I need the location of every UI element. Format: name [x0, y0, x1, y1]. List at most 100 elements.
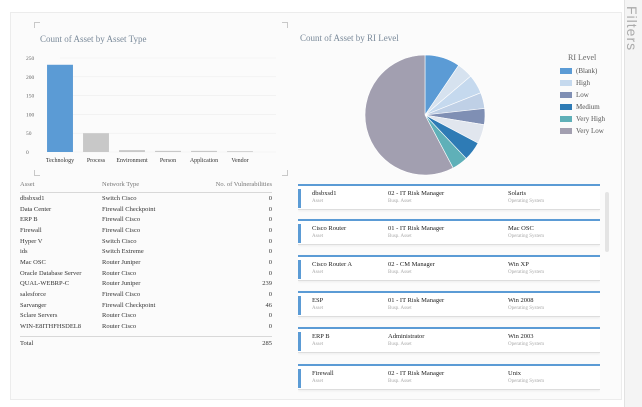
pie-chart[interactable]: [360, 50, 490, 180]
bar[interactable]: [119, 150, 145, 152]
legend-swatch: [560, 68, 572, 74]
card-manager-value: 02 - IT Risk Manager: [388, 190, 445, 197]
card-asset-label: Asset: [312, 306, 324, 311]
pie-chart-title: Count of Asset by RI Level: [300, 33, 399, 43]
asset-card[interactable]: ESP Asset 01 - IT Risk Manager Busp. Asset W…: [298, 291, 600, 317]
card-asset-label: Asset: [312, 379, 324, 384]
cell-network-type: Router Cisco: [102, 323, 137, 331]
card-os-label: Operating System: [508, 306, 544, 311]
legend-label: Medium: [576, 103, 600, 111]
x-tick-label: Person: [160, 158, 176, 164]
card-os-field: Solaris Operating System: [508, 190, 544, 204]
table-row[interactable]: Data Center Firewall Checkpoint 0: [20, 204, 272, 215]
y-tick-label: 100: [26, 112, 35, 118]
card-asset-value: Cisco Router A: [312, 261, 353, 268]
legend-label: Low: [576, 91, 589, 99]
card-os-field: Win 2008 Operating System: [508, 297, 544, 311]
card-asset-field: dbsbxsd1 Asset: [312, 190, 337, 204]
column-header-vulnerabilities[interactable]: No. of Vulnerabilities: [182, 181, 272, 189]
table-row[interactable]: QUAL-WEBRP-C Router Juniper 239: [20, 279, 272, 290]
card-manager-label: Busp. Asset: [388, 379, 412, 384]
card-os-field: Mac OSC Operating System: [508, 225, 544, 239]
cell-vulnerabilities: 0: [268, 216, 272, 224]
cell-vulnerabilities: 0: [268, 312, 272, 320]
cell-network-type: Router Juniper: [102, 258, 141, 266]
cell-vulnerabilities: 46: [265, 301, 273, 309]
card-asset-value: Cisco Router: [312, 225, 347, 232]
asset-card[interactable]: dbsbxsd1 Asset 02 - IT Risk Manager Busp. A…: [298, 184, 600, 210]
cell-asset: Firewall: [20, 226, 42, 234]
card-asset-label: Asset: [312, 199, 324, 204]
card-os-field: Unix Operating System: [508, 370, 544, 384]
total-label: Total: [20, 339, 34, 347]
cell-network-type: Router Juniper: [102, 280, 141, 288]
x-tick-label: Technology: [46, 158, 74, 164]
asset-card[interactable]: Cisco Router Asset 01 - IT Risk Manager Bus…: [298, 219, 600, 245]
y-tick-label: 200: [26, 75, 35, 81]
legend-item[interactable]: Very Low: [560, 125, 605, 137]
visual-corner: [282, 170, 288, 176]
legend-item[interactable]: Very High: [560, 113, 605, 125]
card-accent-bar: [298, 189, 301, 208]
asset-card-list[interactable]: dbsbxsd1 Asset 02 - IT Risk Manager Busp. A…: [298, 184, 600, 402]
bar[interactable]: [83, 133, 109, 152]
legend-item[interactable]: Low: [560, 89, 605, 101]
table-row[interactable]: WIN-E8ITHFHSDEL8 Router Cisco 0: [20, 321, 272, 332]
card-os-label: Operating System: [508, 199, 544, 204]
card-manager-field: 02 - IT Risk Manager Busp. Asset: [388, 370, 444, 384]
card-manager-field: 02 - IT Risk Manager Busp. Asset: [388, 190, 444, 204]
table-row[interactable]: Hyper V Switch Cisco 0: [20, 236, 272, 247]
cell-asset: QUAL-WEBRP-C: [20, 280, 70, 288]
card-manager-label: Busp. Asset: [388, 270, 412, 275]
cell-asset: salesforce: [20, 291, 46, 299]
table-row[interactable]: salesforce Firewall Cisco 0: [20, 289, 272, 300]
table-row[interactable]: Oracle Database Server Router Cisco 0: [20, 268, 272, 279]
card-manager-field: 01 - IT Risk Manager Busp. Asset: [388, 225, 444, 239]
y-tick-label: 250: [26, 56, 35, 62]
cell-vulnerabilities: 0: [268, 248, 272, 256]
legend-item[interactable]: High: [560, 77, 605, 89]
asset-card[interactable]: ERP B Asset Administrator Busp. Asset Win 20…: [298, 327, 600, 353]
card-manager-label: Busp. Asset: [388, 234, 412, 239]
table-row[interactable]: ids Switch Extreme 0: [20, 246, 272, 257]
asset-card[interactable]: Cisco Router A Asset 02 - CM Manager Busp. …: [298, 255, 600, 281]
legend-swatch: [560, 116, 572, 122]
table-row[interactable]: Sarvanger Firewall Checkpoint 46: [20, 300, 272, 311]
card-os-value: Win XP: [508, 261, 529, 268]
bar[interactable]: [47, 64, 73, 152]
card-list-scrollbar[interactable]: [605, 192, 609, 252]
table-row[interactable]: ERP B Firewall Cisco 0: [20, 214, 272, 225]
table-row[interactable]: Sclare Servers Router Cisco 0: [20, 311, 272, 322]
column-header-network-type[interactable]: Network Type: [102, 181, 182, 189]
x-tick-label: Vendor: [231, 158, 248, 164]
x-tick-label: Application: [190, 158, 218, 164]
filters-pane-toggle[interactable]: Filters: [624, 0, 642, 407]
bar[interactable]: [191, 150, 217, 152]
bar[interactable]: [227, 151, 253, 153]
card-asset-value: ESP: [312, 297, 324, 304]
card-manager-value: 02 - CM Manager: [388, 261, 435, 268]
card-asset-field: Cisco Router A Asset: [312, 261, 352, 275]
table-row[interactable]: Firewall Firewall Cisco 0: [20, 225, 272, 236]
table-row[interactable]: dbsbxsd1 Switch Cisco 0: [20, 193, 272, 204]
table-row[interactable]: Mac OSC Router Juniper 0: [20, 257, 272, 268]
cell-vulnerabilities: 0: [268, 194, 272, 202]
card-asset-value: ERP B: [312, 333, 330, 340]
bar-chart[interactable]: 250 200 150 100 50 0 Technology Process Environm…: [20, 50, 282, 172]
y-tick-label: 50: [26, 131, 32, 137]
legend-swatch: [560, 104, 572, 110]
card-os-value: Solaris: [508, 190, 527, 197]
legend-item[interactable]: Medium: [560, 101, 605, 113]
card-os-value: Unix: [508, 370, 521, 377]
column-header-asset[interactable]: Asset: [20, 181, 102, 189]
y-tick-label: 150: [26, 94, 35, 100]
bar[interactable]: [155, 150, 181, 152]
x-tick-label: Environment: [116, 158, 148, 164]
legend-label: Very High: [576, 115, 605, 123]
filters-label: Filters: [624, 6, 640, 52]
cell-network-type: Firewall Checkpoint: [102, 205, 156, 213]
legend-item[interactable]: (Blank): [560, 65, 605, 77]
card-asset-field: Firewall Asset: [312, 370, 334, 384]
card-os-value: Win 2008: [508, 297, 534, 304]
asset-card[interactable]: Firewall Asset 02 - IT Risk Manager Busp. A…: [298, 364, 600, 390]
